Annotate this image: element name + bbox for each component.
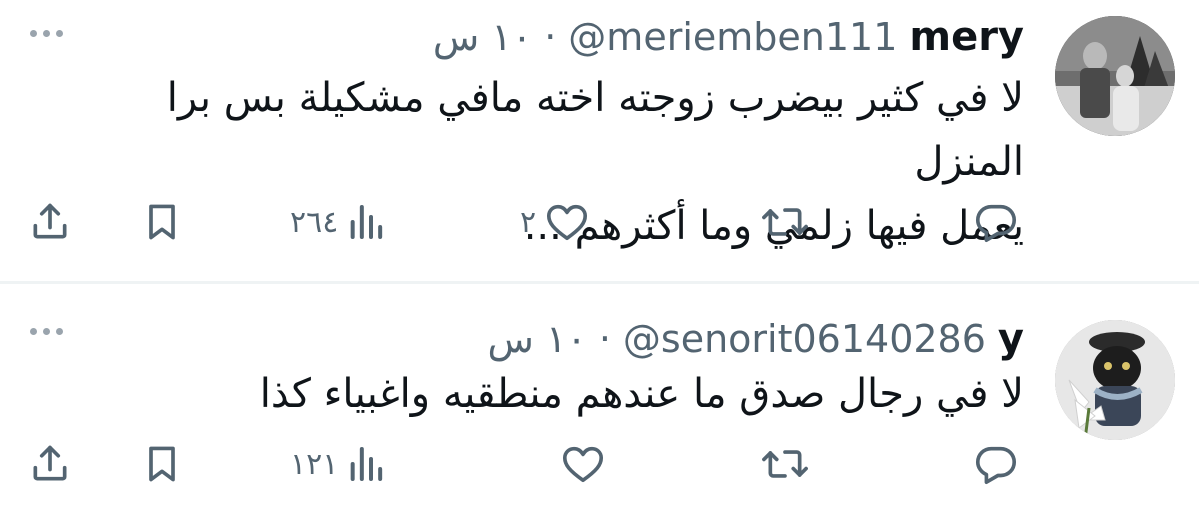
display-name[interactable]: y	[998, 316, 1024, 362]
views-button[interactable]: ١٢١	[290, 434, 386, 494]
reply-button[interactable]	[972, 192, 1020, 252]
views-chart-icon	[351, 205, 383, 239]
reply-icon	[975, 446, 1017, 485]
share-button[interactable]	[28, 192, 72, 252]
reply-icon	[975, 204, 1017, 243]
avatar-photo	[1055, 320, 1175, 440]
avatar[interactable]	[1055, 16, 1175, 136]
retweet-button[interactable]	[760, 192, 810, 252]
tweet-header: mery @meriemben111 · ١٠ س	[433, 14, 1024, 60]
user-handle[interactable]: @meriemben111	[568, 15, 897, 59]
action-bar: ١٢١	[0, 434, 1199, 494]
share-icon	[33, 445, 67, 481]
like-button[interactable]	[560, 434, 606, 494]
views-count: ١٢١	[290, 446, 339, 482]
bookmark-button[interactable]	[140, 434, 184, 494]
timestamp[interactable]: ١٠ س	[433, 15, 532, 59]
like-button[interactable]: ٢	[520, 192, 590, 252]
tweet-text-line: لا في رجال صدق ما عندهم منطقيه واغبياء ك…	[259, 371, 1024, 417]
likes-count: ٢	[520, 204, 537, 240]
heart-icon	[547, 204, 588, 241]
views-button[interactable]: ٢٦٤	[290, 192, 386, 252]
tweet-header: y @senorit06140286 · ١٠ س	[488, 316, 1024, 362]
retweet-icon	[762, 450, 808, 478]
separator-dot: ·	[598, 317, 611, 361]
avatar[interactable]	[1055, 320, 1175, 440]
bookmark-icon	[149, 204, 175, 240]
bookmark-button[interactable]	[140, 192, 184, 252]
action-bar: ٢٦٤ ٢	[0, 192, 1199, 252]
views-count: ٢٦٤	[290, 204, 339, 240]
tweet-1[interactable]: mery @meriemben111 · ١٠ س لا في كثير بيض…	[0, 0, 1199, 282]
display-name[interactable]: mery	[909, 14, 1024, 60]
retweet-button[interactable]	[760, 434, 810, 494]
views-chart-icon	[351, 447, 383, 481]
heart-icon	[562, 446, 604, 483]
tweet-text-line: لا في كثير بيضرب زوجته اخته مافي مشكيلة …	[166, 75, 1024, 185]
share-button[interactable]	[28, 434, 72, 494]
share-icon	[33, 203, 67, 239]
more-options-icon[interactable]	[30, 30, 63, 37]
tweet-2[interactable]: y @senorit06140286 · ١٠ س لا في رجال صدق…	[0, 284, 1199, 527]
user-handle[interactable]: @senorit06140286	[623, 317, 986, 361]
avatar-photo	[1055, 16, 1175, 136]
retweet-icon	[762, 208, 808, 236]
separator-dot: ·	[544, 15, 557, 59]
tweet-text: لا في رجال صدق ما عندهم منطقيه واغبياء ك…	[64, 362, 1024, 426]
reply-button[interactable]	[972, 434, 1020, 494]
more-options-icon[interactable]	[30, 328, 63, 335]
timestamp[interactable]: ١٠ س	[488, 317, 587, 361]
bookmark-icon	[149, 446, 175, 482]
